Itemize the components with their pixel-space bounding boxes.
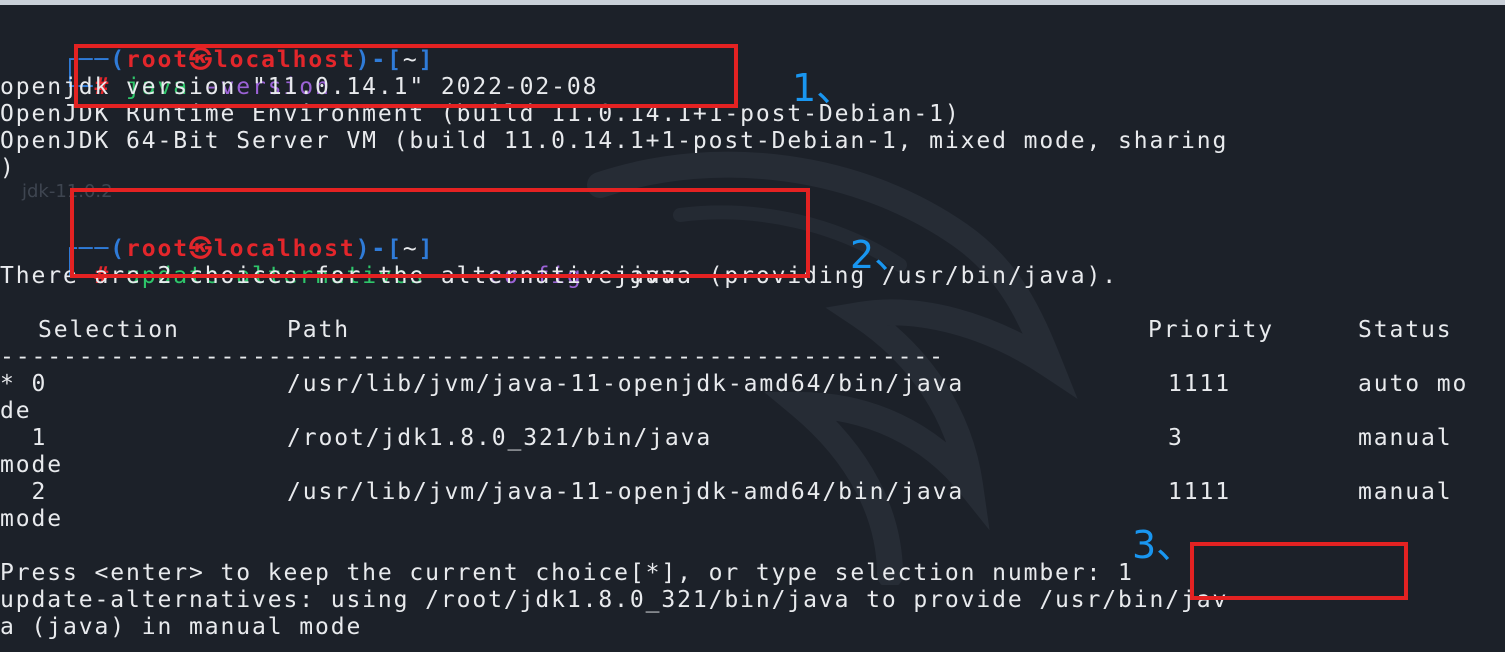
selection-prompt-line[interactable]: Press <enter> to keep the current choice… — [0, 560, 1134, 587]
table-cell-path: /root/jdk1.8.0_321/bin/java — [287, 425, 713, 451]
annotation-step-1: 1、 — [792, 66, 855, 110]
command-line-2: └─# update-alternatives --config java — [0, 236, 677, 289]
output-line: OpenJDK 64-Bit Server VM (build 11.0.14.… — [0, 128, 1229, 154]
table-cell-wrap: mode — [0, 452, 63, 478]
prompt-dir: ~ — [402, 47, 419, 73]
choices-line: There are 2 choices for the alternative … — [0, 263, 1119, 289]
result-line: a (java) in manual mode — [0, 614, 363, 640]
result-line: update-alternatives: using /root/jdk1.8.… — [0, 587, 1229, 613]
prompt-end: ] — [418, 47, 435, 73]
annotation-step-3: 3、 — [1132, 523, 1195, 567]
table-cell-wrap: de — [0, 398, 32, 424]
table-cell-selection: 2 — [0, 479, 48, 505]
table-cell-selection: 1 — [0, 425, 48, 451]
command-line-1: └─# java -version — [0, 47, 331, 100]
table-cell-status: auto mo — [1358, 371, 1469, 397]
table-cell-status: manual — [1358, 479, 1453, 505]
prompt-line-2: ┌──(root㉿localhost)-[~] — [0, 209, 434, 262]
table-header-priority: Priority — [1148, 317, 1274, 343]
table-cell-path: /usr/lib/jvm/java-11-openjdk-amd64/bin/j… — [287, 479, 965, 505]
table-cell-selection: * 0 — [0, 371, 48, 397]
faint-background-text: jdk-11.0.2 — [22, 181, 113, 202]
annotation-step-2: 2、 — [850, 233, 913, 277]
prompt-line-1: ┌──(root㉿localhost)-[~] — [0, 20, 434, 73]
output-line: ) — [0, 155, 16, 181]
table-cell-path: /usr/lib/jvm/java-11-openjdk-amd64/bin/j… — [287, 371, 965, 397]
prompt-close: )-[ — [355, 47, 403, 73]
table-cell-status: manual — [1358, 425, 1453, 451]
table-header-selection: Selection — [38, 317, 180, 343]
table-header-path: Path — [287, 317, 350, 343]
table-cell-wrap: mode — [0, 506, 63, 532]
table-cell-priority: 3 — [1168, 425, 1184, 451]
table-cell-priority: 1111 — [1168, 479, 1231, 505]
terminal-window[interactable]: ┌──(root㉿localhost)-[~] └─# java -versio… — [0, 5, 1505, 652]
table-cell-priority: 1111 — [1168, 371, 1231, 397]
output-line: openjdk version "11.0.14.1" 2022-02-08 — [0, 74, 599, 100]
table-separator: ----------------------------------------… — [0, 344, 945, 370]
table-header-status: Status — [1358, 317, 1453, 343]
